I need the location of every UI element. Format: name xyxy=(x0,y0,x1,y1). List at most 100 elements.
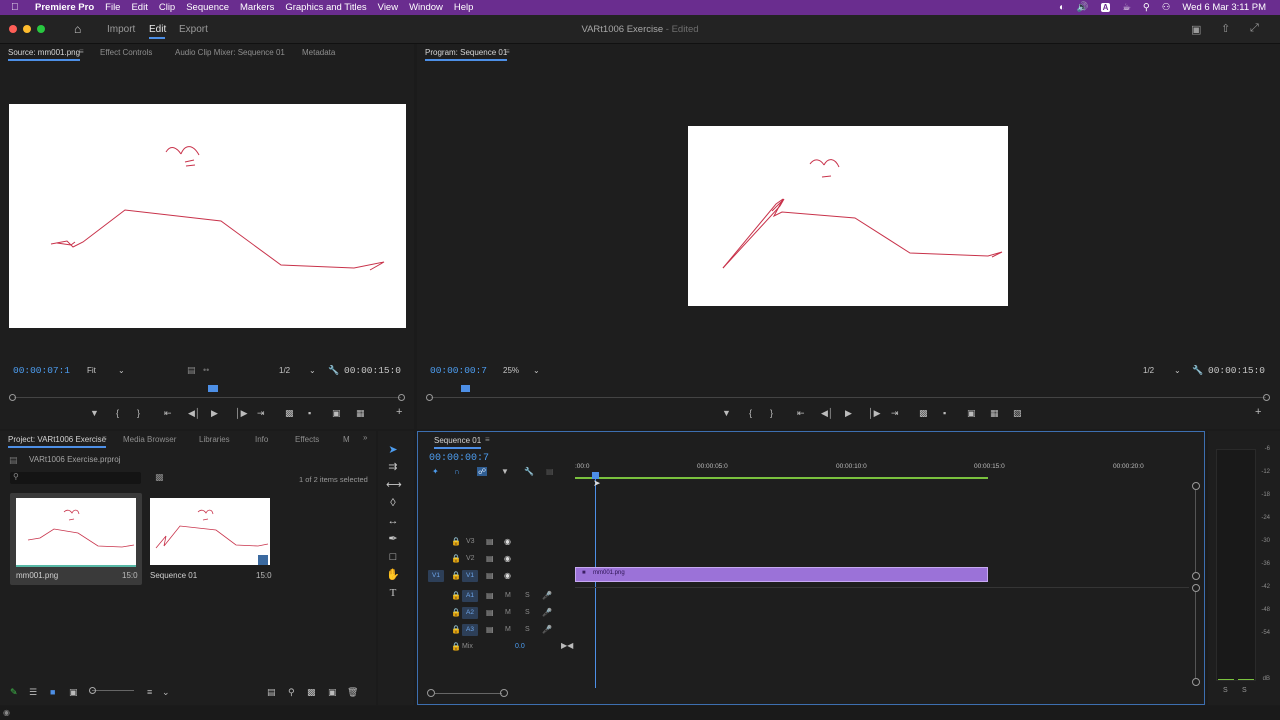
a1-target[interactable]: A1 xyxy=(462,590,478,602)
timeline-settings-wrench-icon[interactable]: 🔧 xyxy=(524,467,534,476)
menu-view[interactable]: View xyxy=(378,2,398,13)
program-step-forward-icon[interactable]: │▶ xyxy=(868,408,881,419)
program-go-to-out-icon[interactable]: ⇥ xyxy=(891,408,899,419)
program-zoom-handle-left[interactable] xyxy=(426,394,433,401)
program-zoom-select[interactable]: 25% xyxy=(503,366,519,375)
volume-icon[interactable]: 🔊 xyxy=(1077,2,1089,13)
tab-metadata[interactable]: Metadata xyxy=(302,48,335,57)
v2-eye-icon[interactable]: ◉ xyxy=(504,554,511,563)
program-go-to-in-icon[interactable]: ⇤ xyxy=(797,408,805,419)
program-zoom-handle-right[interactable] xyxy=(1263,394,1270,401)
program-settings-wrench-icon[interactable]: 🔧 xyxy=(1192,365,1203,376)
mix-lock-icon[interactable]: 🔒 xyxy=(451,642,461,651)
button-editor-icon[interactable]: ▦ xyxy=(356,408,365,419)
menu-sequence[interactable]: Sequence xyxy=(186,2,229,13)
tab-effects[interactable]: Effects xyxy=(295,435,319,444)
comparison-view-icon[interactable]: ▦ xyxy=(990,408,999,419)
menu-edit[interactable]: Edit xyxy=(131,2,147,13)
zoom-slider-handle[interactable] xyxy=(89,687,96,694)
project-panel-menu-icon[interactable]: ≡ xyxy=(102,434,107,443)
source-add-button-icon[interactable]: + xyxy=(396,406,402,418)
find-icon[interactable]: ⚲ xyxy=(288,687,295,698)
step-forward-icon[interactable]: │▶ xyxy=(235,408,248,419)
timeline-add-marker-icon[interactable]: ▼ xyxy=(501,467,509,476)
program-panel-menu-icon[interactable]: ≡ xyxy=(505,47,510,56)
timeline-timecode[interactable]: 00:00:00:7 xyxy=(429,453,489,464)
icon-view-icon[interactable]: ■ xyxy=(50,687,55,697)
status-icon[interactable]: ◉ xyxy=(3,708,10,717)
source-playhead[interactable] xyxy=(208,385,218,392)
a3-target[interactable]: A3 xyxy=(462,624,478,636)
v2-lock-icon[interactable]: 🔒 xyxy=(451,554,461,563)
add-marker-icon[interactable]: ▼ xyxy=(90,408,99,418)
mix-value[interactable]: 0.0 xyxy=(515,643,525,650)
tab-media-browser[interactable]: Media Browser xyxy=(123,435,176,444)
a3-sync-lock-icon[interactable]: ▤ xyxy=(486,625,494,634)
program-play-icon[interactable]: ▶ xyxy=(845,408,852,419)
nest-icon[interactable]: ✦ xyxy=(432,467,439,476)
menu-clip[interactable]: Clip xyxy=(159,2,175,13)
source-timeline-ruler[interactable] xyxy=(14,397,401,398)
program-button-editor-icon[interactable]: ▧ xyxy=(1013,408,1022,419)
timeline-panel-menu-icon[interactable]: ≡ xyxy=(485,435,490,444)
v3-eye-icon[interactable]: ◉ xyxy=(504,537,511,546)
a3-mic-icon[interactable]: 🎤 xyxy=(542,625,552,634)
export-frame-icon[interactable]: ▣ xyxy=(332,408,341,419)
new-bin-icon[interactable]: ▩ xyxy=(307,687,316,698)
extract-icon[interactable]: ▪ xyxy=(943,408,946,418)
captions-icon[interactable]: ▤ xyxy=(546,467,554,476)
hand-tool-icon[interactable]: ✋ xyxy=(386,568,400,582)
a1-solo-button[interactable]: S xyxy=(525,592,530,599)
new-bin-from-search-icon[interactable]: ▩ xyxy=(155,472,164,483)
control-center-icon[interactable]: ⚇ xyxy=(1162,2,1171,13)
tab-info[interactable]: Info xyxy=(255,435,268,444)
menu-help[interactable]: Help xyxy=(454,2,474,13)
track-select-tool-icon[interactable]: ⇉ xyxy=(386,460,400,474)
a1-mic-icon[interactable]: 🎤 xyxy=(542,591,552,600)
app-menu[interactable]: Premiere Pro xyxy=(35,2,94,13)
v1-sync-lock-icon[interactable]: ▤ xyxy=(486,571,494,580)
v3-sync-lock-icon[interactable]: ▤ xyxy=(486,537,494,546)
go-to-in-icon[interactable]: ⇤ xyxy=(164,408,172,419)
project-item-sequence-01[interactable]: Sequence 01 15:0 xyxy=(144,493,276,585)
tab-effect-controls[interactable]: Effect Controls xyxy=(100,48,152,57)
pencil-icon[interactable]: ✎ xyxy=(10,687,18,698)
meter-solo-left[interactable]: S xyxy=(1223,687,1228,694)
source-zoom-handle-left[interactable] xyxy=(9,394,16,401)
program-step-back-icon[interactable]: ◀│ xyxy=(821,408,834,419)
a2-mic-icon[interactable]: 🎤 xyxy=(542,608,552,617)
a2-lock-icon[interactable]: 🔒 xyxy=(451,608,461,617)
wifi-icon[interactable]: ☕ xyxy=(1122,2,1131,13)
type-tool-icon[interactable]: T xyxy=(386,586,400,600)
slip-tool-icon[interactable]: ↔ xyxy=(386,514,400,528)
project-item-mm001[interactable]: mm001.png 15:0 xyxy=(10,493,142,585)
menu-window[interactable]: Window xyxy=(409,2,443,13)
ripple-edit-tool-icon[interactable]: ⟷ xyxy=(386,478,402,492)
play-icon[interactable]: ▶ xyxy=(211,408,218,419)
source-zoom-handle-right[interactable] xyxy=(398,394,405,401)
zoom-scroll-handle-left[interactable] xyxy=(427,689,435,697)
horizontal-zoom-scrollbar[interactable] xyxy=(435,693,502,694)
a3-solo-button[interactable]: S xyxy=(525,626,530,633)
source-timecode[interactable]: 00:00:07:1 xyxy=(13,365,70,376)
source-resolution-select[interactable]: 1/2 xyxy=(279,366,290,375)
drag-video-icon[interactable]: •• xyxy=(203,365,209,375)
mark-out-icon[interactable]: } xyxy=(137,408,140,418)
tab-libraries[interactable]: Libraries xyxy=(199,435,230,444)
panel-menu-icon[interactable]: ≡ xyxy=(79,47,84,56)
mix-end-icon[interactable]: ▶◀ xyxy=(561,641,573,650)
apple-menu-icon[interactable]:  xyxy=(11,2,27,13)
sort-chevron-icon[interactable]: ⌄ xyxy=(162,687,170,698)
tab-sequence-01[interactable]: Sequence 01 xyxy=(434,436,482,449)
program-playhead[interactable] xyxy=(461,385,470,392)
video-scroll-handle-bottom[interactable] xyxy=(1192,572,1200,580)
video-scroll-handle-top[interactable] xyxy=(1192,482,1200,490)
insert-icon[interactable]: ▩ xyxy=(285,408,294,419)
a1-lock-icon[interactable]: 🔒 xyxy=(451,591,461,600)
new-item-icon[interactable]: ▣ xyxy=(328,687,337,698)
menu-markers[interactable]: Markers xyxy=(240,2,274,13)
tab-program[interactable]: Program: Sequence 01 xyxy=(425,48,508,61)
time-ruler[interactable]: :00:0 00:00:05:0 00:00:10:0 00:00:15:0 0… xyxy=(575,460,1195,482)
v1-lock-icon[interactable]: 🔒 xyxy=(451,571,461,580)
automate-to-sequence-icon[interactable]: ▤ xyxy=(267,687,276,698)
